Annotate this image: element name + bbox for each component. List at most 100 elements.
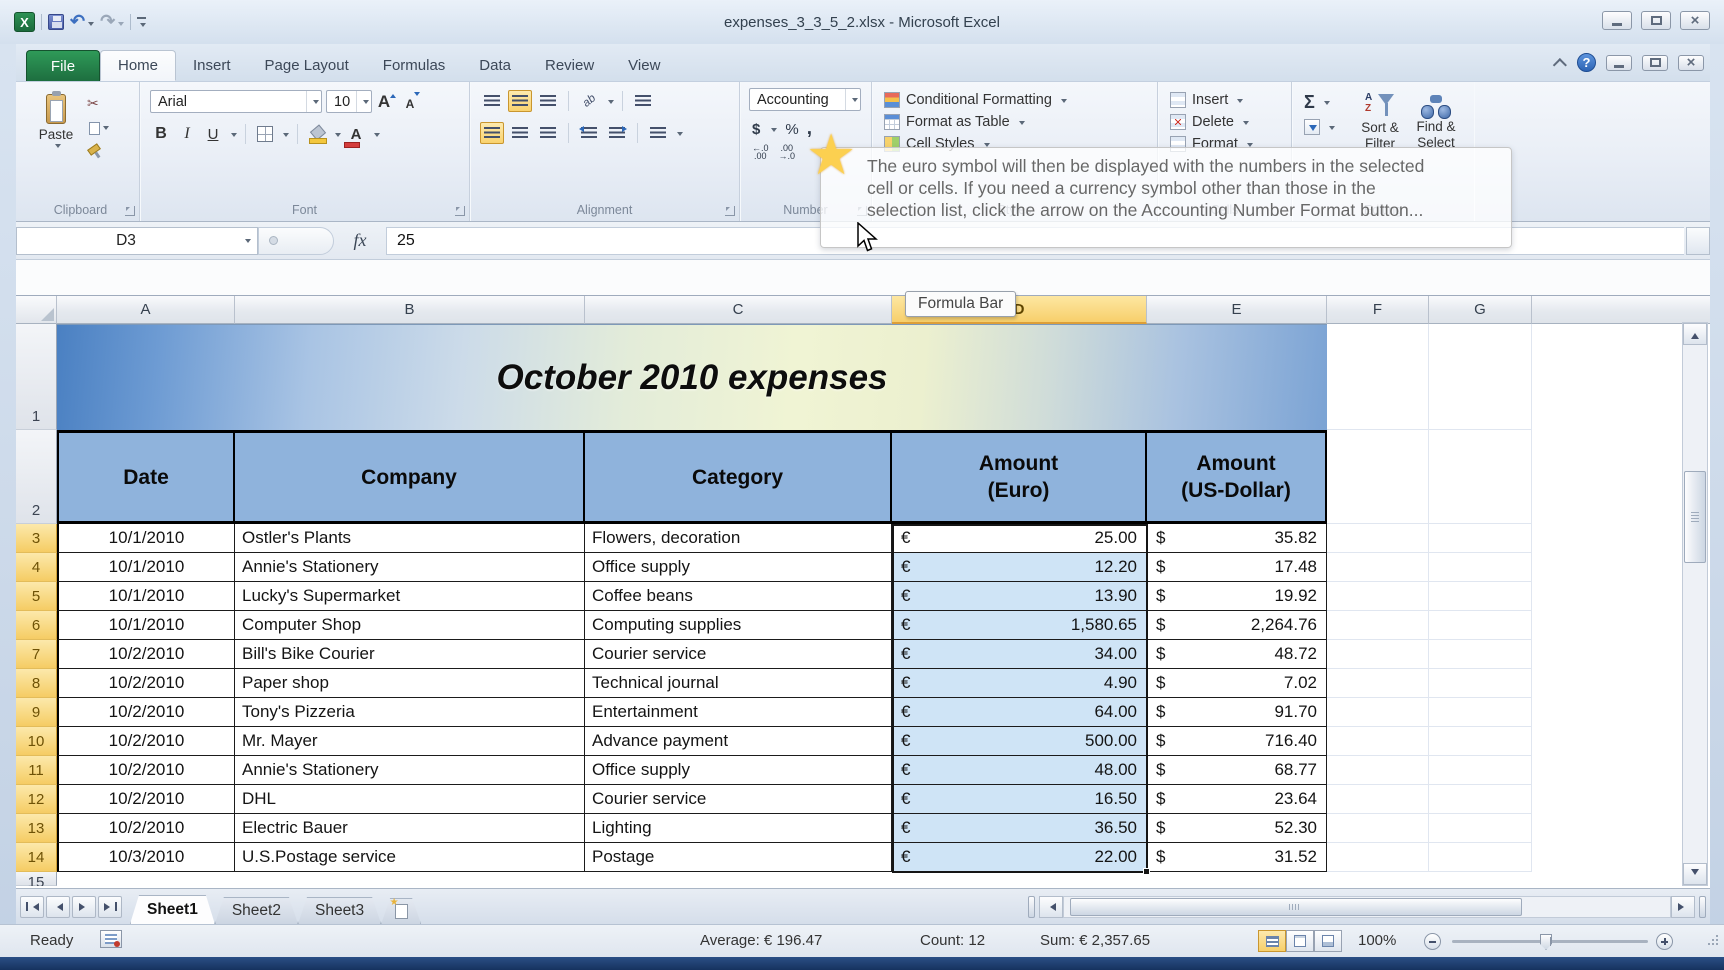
row-header[interactable]: 8 (16, 669, 57, 698)
orientation-button[interactable]: ab (577, 90, 601, 112)
cell-empty[interactable] (1327, 553, 1429, 582)
header-date[interactable]: Date (57, 430, 235, 524)
row-header-2[interactable]: 2 (16, 430, 57, 524)
customize-quick-access-button[interactable] (137, 16, 147, 28)
vertical-scroll-track[interactable] (1683, 345, 1707, 863)
tab-home[interactable]: Home (100, 50, 177, 81)
autosum-button[interactable]: Σ (1304, 92, 1352, 113)
workbook-minimize-button[interactable] (1606, 54, 1632, 71)
decrease-indent-button[interactable] (577, 122, 601, 144)
collapse-ribbon-icon[interactable] (1552, 57, 1567, 72)
scroll-down-button[interactable] (1683, 863, 1707, 885)
tab-review[interactable]: Review (528, 50, 611, 81)
cell-category[interactable]: Office supply (585, 756, 892, 785)
cell-category[interactable]: Office supply (585, 553, 892, 582)
sheet-tab-sheet1[interactable]: Sheet1 (130, 895, 215, 924)
zoom-out-button[interactable] (1424, 933, 1441, 950)
cell-date[interactable]: 10/2/2010 (57, 669, 235, 698)
clipboard-dialog-launcher[interactable] (125, 206, 135, 216)
format-as-table-button[interactable]: Format as Table (884, 114, 1157, 130)
cell-company[interactable]: Annie's Stationery (235, 553, 585, 582)
cell-amount-euro[interactable]: €16.50 (892, 785, 1147, 814)
redo-button[interactable]: ↷ (100, 12, 125, 32)
font-size-combo[interactable]: 10 (326, 90, 372, 113)
increase-decimal-button[interactable]: ←.0.00 (752, 144, 769, 161)
cell-empty[interactable] (1327, 611, 1429, 640)
excel-app-icon[interactable]: X (14, 12, 35, 32)
cell-category[interactable]: Postage (585, 843, 892, 872)
restore-button[interactable] (1641, 11, 1671, 30)
cell-amount-euro[interactable]: €22.00 (892, 843, 1147, 872)
row-header[interactable]: 12 (16, 785, 57, 814)
cell-company[interactable]: Electric Bauer (235, 814, 585, 843)
column-header-a[interactable]: A (57, 296, 235, 324)
cell-category[interactable]: Flowers, decoration (585, 524, 892, 553)
cell-amount-usd[interactable]: $31.52 (1147, 843, 1327, 872)
cell-amount-euro[interactable]: €64.00 (892, 698, 1147, 727)
column-header-e[interactable]: E (1147, 296, 1327, 324)
cell-empty[interactable] (1327, 756, 1429, 785)
scrollbar-split-handle[interactable] (1699, 895, 1706, 918)
row-header[interactable]: 7 (16, 640, 57, 669)
fill-button[interactable] (1304, 119, 1352, 135)
horizontal-scroll-thumb[interactable] (1070, 897, 1522, 916)
cell-amount-usd[interactable]: $23.64 (1147, 785, 1327, 814)
cell-company[interactable]: Paper shop (235, 669, 585, 698)
row-header[interactable]: 9 (16, 698, 57, 727)
undo-button[interactable]: ↶ (70, 12, 95, 32)
cell-amount-euro[interactable]: €500.00 (892, 727, 1147, 756)
column-header-f[interactable]: F (1327, 296, 1429, 324)
tab-view[interactable]: View (611, 50, 677, 81)
cell-empty[interactable] (1327, 814, 1429, 843)
cell-amount-euro[interactable]: €12.20 (892, 553, 1147, 582)
alignment-dialog-launcher[interactable] (725, 206, 735, 216)
cell-category[interactable]: Technical journal (585, 669, 892, 698)
cell-empty[interactable] (1429, 524, 1532, 553)
cell-empty[interactable] (1327, 698, 1429, 727)
cell-amount-usd[interactable]: $68.77 (1147, 756, 1327, 785)
cut-button[interactable]: ✂ (84, 93, 112, 113)
font-dialog-launcher[interactable] (455, 206, 465, 216)
cell-amount-usd[interactable]: $7.02 (1147, 669, 1327, 698)
cell-empty[interactable] (1327, 524, 1429, 553)
cell-amount-usd[interactable]: $48.72 (1147, 640, 1327, 669)
cell-company[interactable]: Mr. Mayer (235, 727, 585, 756)
cell-category[interactable]: Lighting (585, 814, 892, 843)
vertical-split-handle[interactable] (1686, 226, 1710, 255)
cell-date[interactable]: 10/1/2010 (57, 582, 235, 611)
cell-category[interactable]: Coffee beans (585, 582, 892, 611)
tab-page-layout[interactable]: Page Layout (248, 50, 366, 81)
cell-amount-usd[interactable]: $52.30 (1147, 814, 1327, 843)
vertical-scrollbar[interactable] (1682, 322, 1708, 886)
cell-empty[interactable] (1327, 669, 1429, 698)
cell-empty[interactable] (1429, 611, 1532, 640)
cell-amount-usd[interactable]: $2,264.76 (1147, 611, 1327, 640)
name-box[interactable]: D3 (16, 226, 258, 255)
cell-company[interactable]: Annie's Stationery (235, 756, 585, 785)
cell-amount-euro[interactable]: €34.00 (892, 640, 1147, 669)
name-box-dropdown[interactable] (235, 237, 257, 244)
cell-empty[interactable] (1327, 843, 1429, 872)
wrap-text-button[interactable] (631, 90, 655, 112)
next-sheet-button[interactable] (72, 895, 96, 918)
shrink-font-button[interactable]: A (402, 91, 424, 113)
increase-indent-button[interactable] (605, 122, 629, 144)
cell-company[interactable]: Ostler's Plants (235, 524, 585, 553)
row-header-15[interactable]: 15 (16, 872, 57, 886)
align-right-button[interactable] (536, 122, 560, 144)
grow-font-button[interactable]: A (376, 91, 398, 113)
header-category[interactable]: Category (585, 430, 892, 524)
cell-date[interactable]: 10/2/2010 (57, 640, 235, 669)
row-header[interactable]: 4 (16, 553, 57, 582)
row-header[interactable]: 3 (16, 524, 57, 553)
row-header[interactable]: 14 (16, 843, 57, 872)
font-color-button[interactable]: A (344, 123, 367, 148)
cell-amount-euro[interactable]: €36.50 (892, 814, 1147, 843)
cell-amount-euro[interactable]: €4.90 (892, 669, 1147, 698)
cell-category[interactable]: Computing supplies (585, 611, 892, 640)
cell-date[interactable]: 10/2/2010 (57, 727, 235, 756)
header-company[interactable]: Company (235, 430, 585, 524)
header-amount-usd[interactable]: Amount (US-Dollar) (1147, 430, 1327, 524)
column-header-b[interactable]: B (235, 296, 585, 324)
cell-category[interactable]: Advance payment (585, 727, 892, 756)
